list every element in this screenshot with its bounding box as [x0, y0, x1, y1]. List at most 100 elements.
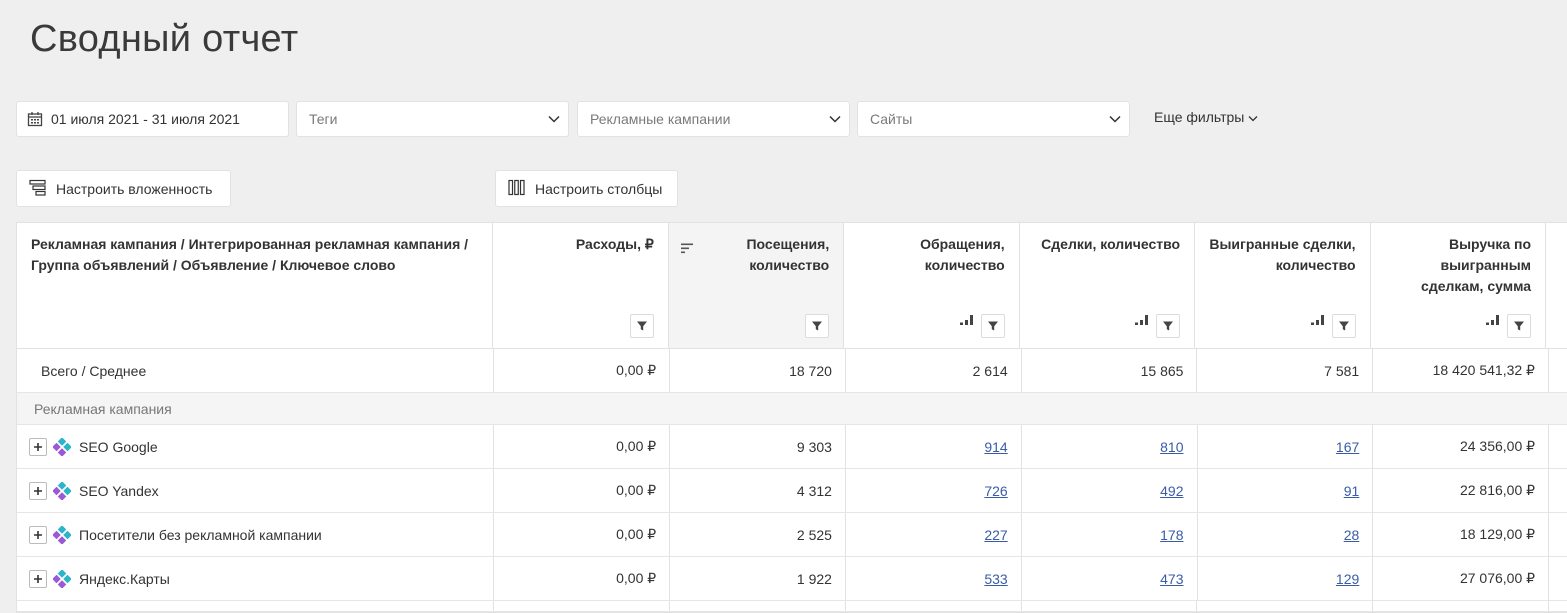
cell-expenses: 0,00 ₽ — [494, 425, 671, 468]
cell-won-deals-link[interactable]: 129 — [1336, 571, 1359, 587]
table-header-row: Рекламная кампания / Интегрированная рек… — [17, 223, 1567, 349]
campaign-logo-icon — [53, 569, 71, 588]
campaigns-select[interactable]: Рекламные кампании — [577, 101, 850, 137]
overflow-cell — [1549, 513, 1567, 556]
table-row-partial — [17, 601, 1567, 612]
chevron-down-icon — [1248, 109, 1258, 125]
filter-icon[interactable] — [1331, 314, 1356, 338]
configure-nesting-label: Настроить вложенность — [56, 180, 213, 197]
overflow-cell — [1549, 425, 1567, 468]
more-filters-label: Еще фильтры — [1154, 109, 1245, 125]
partial-cell — [494, 601, 671, 611]
cell-visits: 1 922 — [670, 557, 846, 600]
cell-deals-link[interactable]: 473 — [1160, 571, 1183, 587]
total-value: 0,00 ₽ — [494, 349, 671, 392]
cell-requests-link[interactable]: 726 — [984, 483, 1007, 499]
campaign-logo-icon — [53, 437, 71, 456]
cell-expenses: 0,00 ₽ — [494, 513, 671, 556]
date-range-value: 01 июля 2021 - 31 июля 2021 — [51, 111, 240, 127]
overflow-cell — [1549, 349, 1567, 392]
table-row: SEO Google 0,00 ₽ 9 303 914 810 167 24 3… — [17, 425, 1567, 469]
cell-requests-link[interactable]: 227 — [984, 527, 1007, 543]
sort-icon[interactable] — [680, 239, 695, 260]
column-header-label: Посещения, количество — [746, 236, 830, 273]
tags-placeholder: Теги — [309, 111, 338, 127]
cell-revenue: 18 129,00 ₽ — [1373, 513, 1550, 556]
filter-icon[interactable] — [629, 314, 654, 338]
cell-deals-link[interactable]: 492 — [1160, 483, 1183, 499]
partial-cell — [670, 601, 846, 611]
column-header-requests[interactable]: Обращения, количество — [844, 223, 1020, 348]
table-row: Посетители без рекламной кампании 0,00 ₽… — [17, 513, 1567, 557]
filter-icon[interactable] — [980, 314, 1005, 338]
expand-icon[interactable] — [29, 437, 47, 456]
chevron-down-icon — [540, 115, 568, 123]
column-header-overflow — [1546, 223, 1567, 348]
cell-deals-link[interactable]: 178 — [1160, 527, 1183, 543]
cell-visits: 9 303 — [670, 425, 846, 468]
expand-icon[interactable] — [29, 569, 47, 588]
chevron-down-icon — [1101, 115, 1129, 123]
attribution-bars-icon[interactable] — [1135, 310, 1149, 331]
cell-requests-link[interactable]: 914 — [984, 439, 1007, 455]
row-name-cell: SEO Google — [17, 425, 495, 468]
overflow-cell — [1549, 469, 1567, 512]
cell-requests-link[interactable]: 533 — [984, 571, 1007, 587]
campaign-logo-icon — [53, 481, 71, 500]
row-name-cell: Яндекс.Карты — [17, 557, 495, 600]
filter-icon[interactable] — [1507, 314, 1532, 338]
campaign-name: Посетители без рекламной кампании — [79, 526, 322, 543]
partial-cell — [1549, 601, 1567, 611]
total-value: 18 420 541,32 ₽ — [1373, 349, 1549, 392]
date-range-picker[interactable]: 01 июля 2021 - 31 июля 2021 — [16, 101, 289, 137]
sites-placeholder: Сайты — [870, 111, 913, 127]
column-header-label: Расходы, ₽ — [575, 236, 654, 252]
attribution-bars-icon[interactable] — [959, 310, 973, 331]
cell-won-deals-link[interactable]: 167 — [1336, 439, 1359, 455]
column-header-won-deals[interactable]: Выигранные сделки, количество — [1195, 223, 1371, 348]
column-header-label: Выигранные сделки, количество — [1209, 236, 1356, 273]
cell-revenue: 27 076,00 ₽ — [1373, 557, 1550, 600]
configure-columns-button[interactable]: Настроить столбцы — [495, 170, 678, 207]
column-header-revenue[interactable]: Выручка по выигранным сделкам, сумма — [1371, 223, 1547, 348]
expand-icon[interactable] — [29, 525, 47, 544]
total-value: 15 865 — [1022, 349, 1198, 392]
attribution-bars-icon[interactable] — [1310, 310, 1324, 331]
column-header-deals[interactable]: Сделки, количество — [1020, 223, 1196, 348]
total-label: Всего / Среднее — [17, 349, 495, 392]
cell-visits: 2 525 — [670, 513, 846, 556]
filter-icon[interactable] — [805, 314, 830, 338]
tags-select[interactable]: Теги — [296, 101, 569, 137]
expand-icon[interactable] — [29, 481, 47, 500]
table-row: Яндекс.Карты 0,00 ₽ 1 922 533 473 129 27… — [17, 557, 1567, 601]
total-value: 2 614 — [846, 349, 1022, 392]
total-row: Всего / Среднее 0,00 ₽ 18 720 2 614 15 8… — [17, 349, 1567, 393]
configure-nesting-button[interactable]: Настроить вложенность — [16, 170, 231, 207]
column-header-label: Рекламная кампания / Интегрированная рек… — [31, 236, 469, 273]
sites-select[interactable]: Сайты — [857, 101, 1130, 137]
column-header-expenses[interactable]: Расходы, ₽ — [493, 223, 669, 348]
attribution-bars-icon[interactable] — [1486, 310, 1500, 331]
campaign-name: SEO Yandex — [79, 482, 159, 499]
cell-visits: 4 312 — [670, 469, 846, 512]
cell-won-deals-link[interactable]: 28 — [1344, 527, 1360, 543]
column-header-label: Обращения, количество — [920, 236, 1005, 273]
partial-cell — [846, 601, 1022, 611]
partial-cell — [1197, 601, 1374, 611]
column-header-visits[interactable]: Посещения, количество — [668, 223, 845, 348]
campaign-name: Яндекс.Карты — [79, 570, 170, 587]
calendar-icon — [27, 111, 43, 127]
cell-deals-link[interactable]: 810 — [1160, 439, 1183, 455]
column-header-label: Сделки, количество — [1041, 236, 1181, 252]
chevron-down-icon — [821, 115, 849, 123]
cell-won-deals-link[interactable]: 91 — [1344, 483, 1360, 499]
column-header-label: Выручка по выигранным сделкам, сумма — [1421, 236, 1532, 294]
cell-revenue: 24 356,00 ₽ — [1373, 425, 1550, 468]
partial-cell — [1022, 601, 1198, 611]
more-filters-button[interactable]: Еще фильтры — [1154, 109, 1258, 125]
column-header-campaign-hierarchy[interactable]: Рекламная кампания / Интегрированная рек… — [17, 223, 494, 348]
columns-icon — [508, 179, 525, 199]
filter-icon[interactable] — [1156, 314, 1181, 338]
cell-expenses: 0,00 ₽ — [494, 469, 671, 512]
page-title: Сводный отчет — [30, 18, 299, 60]
